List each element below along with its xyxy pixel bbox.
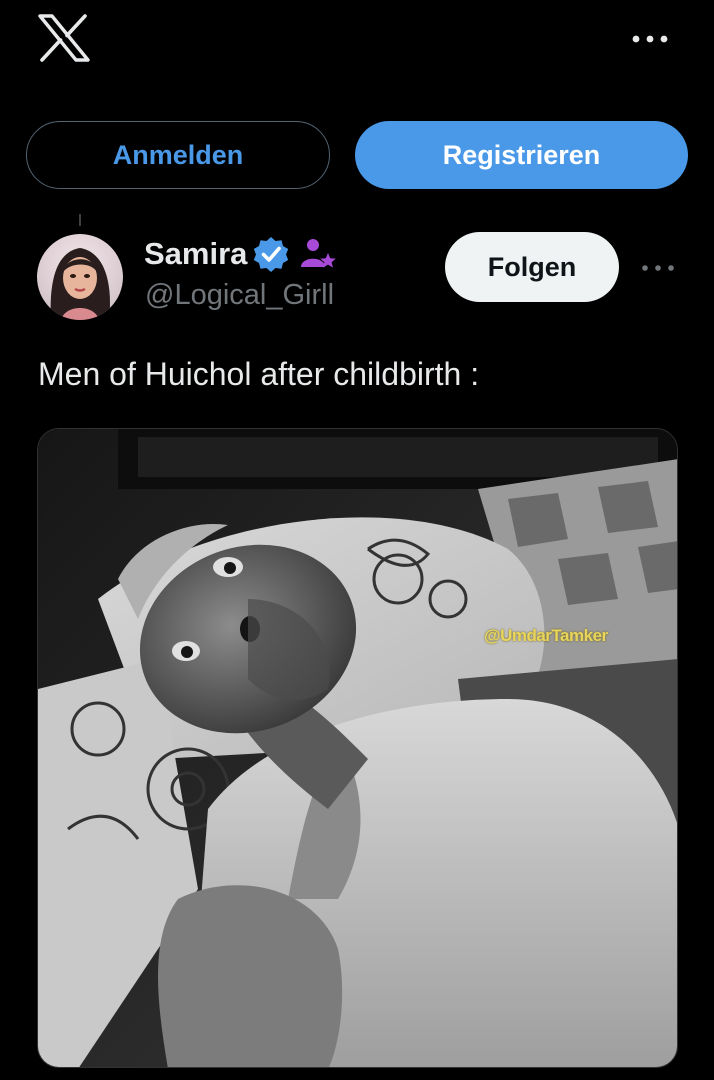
login-button[interactable]: Anmelden bbox=[26, 121, 330, 189]
register-button[interactable]: Registrieren bbox=[355, 121, 688, 189]
media-image bbox=[38, 429, 677, 1067]
follow-button[interactable]: Folgen bbox=[445, 232, 619, 302]
author-name-row: Samira bbox=[144, 234, 338, 274]
x-logo-icon[interactable] bbox=[38, 14, 90, 62]
avatar[interactable] bbox=[37, 234, 123, 320]
post-text: Men of Huichol after childbirth : bbox=[38, 356, 480, 392]
author-handle[interactable]: @Logical_Girll bbox=[145, 279, 334, 312]
more-horizontal-icon[interactable] bbox=[628, 24, 672, 54]
media-watermark: @UmdarTamker bbox=[484, 626, 608, 645]
avatar-image bbox=[37, 234, 123, 320]
more-horizontal-icon[interactable] bbox=[638, 254, 678, 282]
top-bar bbox=[0, 0, 714, 80]
author-display-name[interactable]: Samira bbox=[144, 236, 247, 272]
post-media[interactable] bbox=[37, 428, 678, 1068]
affiliate-badge-icon[interactable] bbox=[298, 234, 338, 274]
thread-connector bbox=[79, 214, 81, 226]
verified-badge-icon[interactable] bbox=[252, 235, 290, 273]
